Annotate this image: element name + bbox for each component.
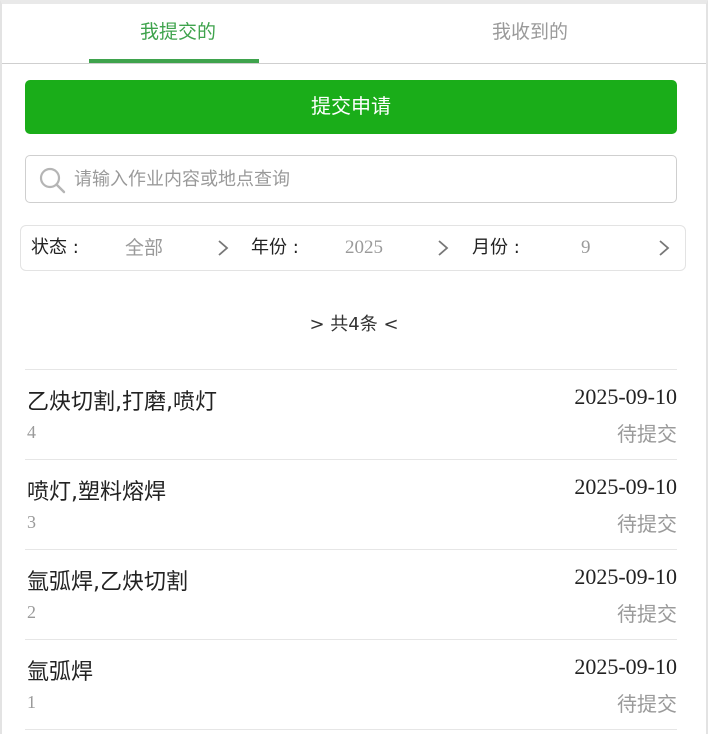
list-item[interactable]: 喷灯,塑料熔焊 3 2025-09-10 待提交 [25, 459, 677, 549]
record-title: 乙炔切割,打磨,喷灯 [27, 390, 217, 415]
list-divider [25, 729, 677, 730]
submit-application-button[interactable]: 提交申请 [25, 80, 677, 134]
record-title: 喷灯,塑料熔焊 [27, 480, 166, 505]
status-filter-label: 状态 : [31, 237, 79, 258]
record-status: 待提交 [617, 692, 677, 716]
record-title: 氩弧焊 [27, 660, 94, 685]
record-number: 4 [27, 422, 36, 442]
status-filter-value: 全部 [125, 237, 164, 259]
record-status: 待提交 [617, 602, 677, 626]
year-filter-value: 2025 [345, 237, 383, 258]
status-filter[interactable]: 状态 : 全部 [21, 226, 243, 272]
month-filter[interactable]: 月份 : 9 [462, 226, 684, 272]
record-number: 1 [27, 692, 36, 712]
month-filter-label: 月份 : [472, 237, 520, 258]
list-item[interactable]: 乙炔切割,打磨,喷灯 4 2025-09-10 待提交 [25, 369, 677, 459]
tab-received[interactable]: 我收到的 [354, 4, 706, 64]
record-status: 待提交 [617, 422, 677, 446]
list-item[interactable]: 氩弧焊 1 2025-09-10 待提交 [25, 639, 677, 729]
year-filter-label: 年份 : [251, 237, 299, 258]
record-date: 2025-09-10 [574, 564, 677, 589]
chevron-right-icon [438, 240, 449, 256]
tab-bar: 我提交的 我收到的 [2, 4, 706, 64]
search-input[interactable] [74, 164, 664, 194]
record-title: 氩弧焊,乙炔切割 [27, 570, 188, 595]
record-date: 2025-09-10 [574, 384, 677, 409]
record-number: 2 [27, 602, 36, 622]
record-status: 待提交 [617, 512, 677, 536]
record-date: 2025-09-10 [574, 474, 677, 499]
app-frame: 我提交的 我收到的 提交申请 状态 : 全部 年份 : 2025 月份 : [0, 0, 708, 734]
filter-bar: 状态 : 全部 年份 : 2025 月份 : 9 [20, 225, 686, 271]
record-count: > 共4条 < [309, 314, 399, 335]
record-date: 2025-09-10 [574, 654, 677, 679]
record-number: 3 [27, 512, 36, 532]
search-icon [39, 167, 66, 194]
chevron-right-icon [659, 240, 670, 256]
list-item[interactable]: 氩弧焊,乙炔切割 2 2025-09-10 待提交 [25, 549, 677, 639]
search-box[interactable] [25, 155, 677, 203]
tab-submitted[interactable]: 我提交的 [2, 4, 354, 64]
chevron-right-icon [218, 240, 229, 256]
active-tab-indicator [89, 59, 259, 63]
month-filter-value: 9 [581, 237, 591, 258]
record-list: 乙炔切割,打磨,喷灯 4 2025-09-10 待提交 喷灯,塑料熔焊 3 20… [25, 369, 677, 730]
year-filter[interactable]: 年份 : 2025 [241, 226, 463, 272]
